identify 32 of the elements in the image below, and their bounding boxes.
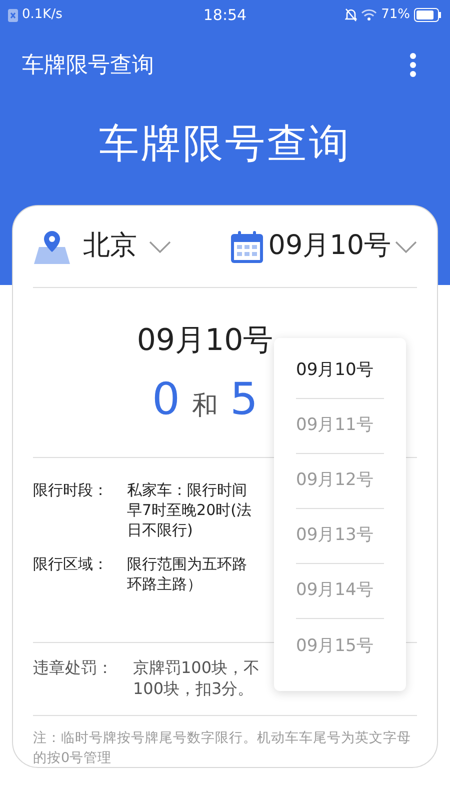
chevron-down-icon xyxy=(149,240,171,252)
wifi-icon xyxy=(361,9,378,21)
plate-number: 5 xyxy=(230,373,258,427)
detail-text: 私家车：限行时间 早7时至晚20时(法 日不限行) xyxy=(127,480,252,540)
city-selector[interactable]: 北京 xyxy=(33,226,171,267)
result-title: 09月10号 xyxy=(136,322,274,360)
dropdown-option[interactable]: 09月14号 xyxy=(296,564,384,619)
joiner-text: 和 xyxy=(192,390,218,423)
detail-label: 限行区域： xyxy=(33,554,109,575)
dropdown-option[interactable]: 09月10号 xyxy=(296,344,384,399)
network-speed: 0.1K/s xyxy=(22,6,62,24)
date-selector[interactable]: 09月10号 xyxy=(230,226,417,267)
dropdown-option[interactable]: 09月15号 xyxy=(296,619,384,674)
toolbar-title: 车牌限号查询 xyxy=(22,52,154,80)
plate-number: 0 xyxy=(152,373,180,427)
clock: 18:54 xyxy=(203,4,247,26)
calendar-icon xyxy=(230,230,264,264)
sim-icon xyxy=(8,8,18,22)
penalty-text: 京牌罚100块，不 100块，扣3分。 xyxy=(133,657,260,700)
note-text: 注：临时号牌按号牌尾号数字限行。机动车车尾号为英文字母的按0号管理 xyxy=(33,729,412,768)
hero-title: 车牌限号查询 xyxy=(99,120,351,169)
map-pin-icon xyxy=(33,228,71,264)
bell-off-icon xyxy=(345,8,358,22)
dropdown-option[interactable]: 09月13号 xyxy=(296,509,384,564)
detail-label: 限行时段： xyxy=(33,480,109,501)
detail-text: 限行范围为五环路 环路主路） xyxy=(127,554,247,594)
penalty-label: 违章处罚： xyxy=(33,657,113,679)
dropdown-option[interactable]: 09月12号 xyxy=(296,454,384,509)
dropdown-option[interactable]: 09月11号 xyxy=(296,399,384,454)
battery-icon xyxy=(414,8,442,22)
battery-percent: 71% xyxy=(381,6,410,24)
chevron-down-icon xyxy=(395,240,417,252)
